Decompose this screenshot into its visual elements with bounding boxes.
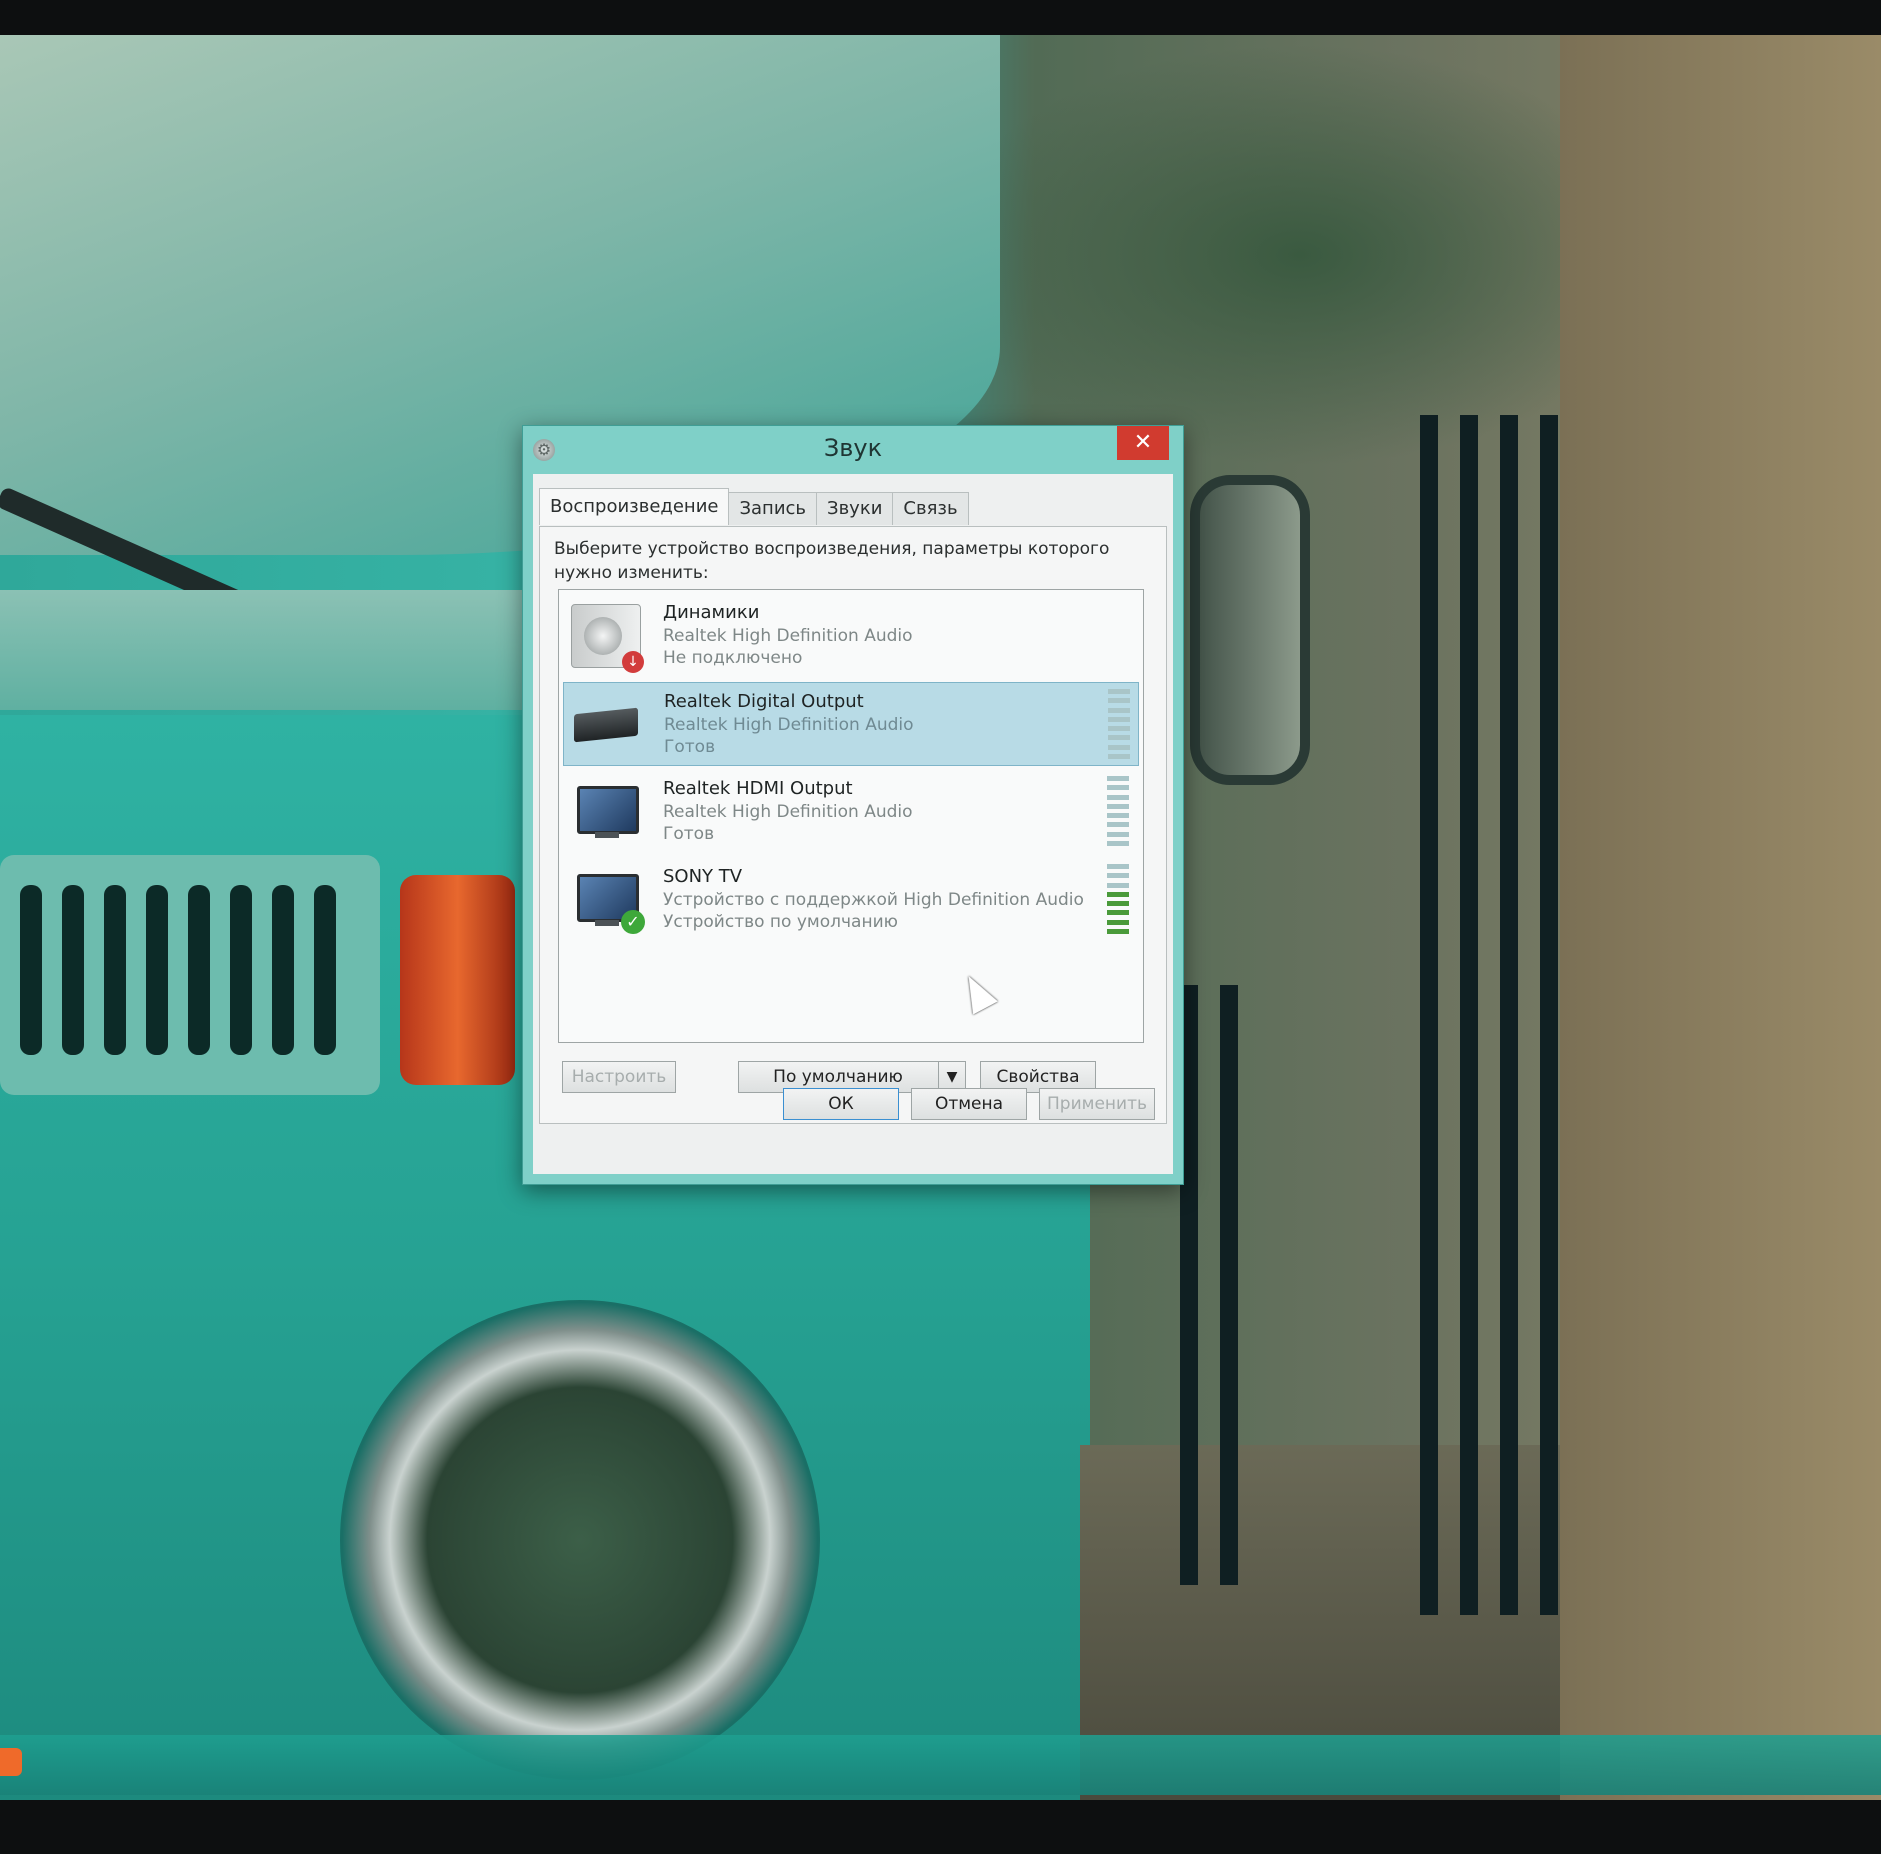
device-name: SONY TV (663, 866, 743, 887)
wallpaper-mirror (1190, 475, 1310, 785)
speaker-icon: ↓ (571, 604, 644, 673)
disconnected-badge-icon: ↓ (622, 651, 644, 673)
close-button[interactable]: ✕ (1117, 426, 1169, 460)
playback-panel: Выберите устройство воспроизведения, пар… (539, 526, 1167, 1124)
device-driver: Устройство с поддержкой High Definition … (663, 890, 1084, 910)
default-device-check-icon: ✓ (621, 910, 645, 934)
level-meter (1107, 864, 1129, 934)
dialog-title: Звук (823, 434, 883, 462)
device-name: Realtek Digital Output (664, 691, 864, 712)
tab-sounds[interactable]: Звуки (816, 492, 894, 525)
level-meter (1108, 689, 1130, 759)
grille-slot (20, 885, 42, 1055)
monitor-icon (571, 780, 639, 842)
device-item-realtek-hdmi-output[interactable]: Realtek HDMI Output Realtek High Definit… (563, 770, 1137, 852)
device-name: Realtek HDMI Output (663, 778, 853, 799)
tab-communications[interactable]: Связь (892, 492, 969, 525)
apply-button[interactable]: Применить (1039, 1088, 1155, 1120)
instruction-text: Выберите устройство воспроизведения, пар… (554, 539, 1110, 583)
taskbar-media-player-icon[interactable] (0, 1748, 22, 1776)
wallpaper-building (1560, 35, 1881, 1800)
configure-button[interactable]: Настроить (562, 1061, 676, 1093)
device-driver: Realtek High Definition Audio (664, 715, 914, 735)
tab-strip: Воспроизведение Запись Звуки Связь (539, 488, 969, 526)
sound-dialog: ⚙ Звук ✕ Воспроизведение Запись Звуки Св… (522, 425, 1184, 1185)
device-driver: Realtek High Definition Audio (663, 626, 913, 646)
digital-receiver-icon (572, 693, 640, 755)
device-item-realtek-digital-output[interactable]: Realtek Digital Output Realtek High Defi… (563, 682, 1139, 766)
device-status: Готов (663, 824, 715, 844)
device-driver: Realtek High Definition Audio (663, 802, 913, 822)
title-bar[interactable]: ⚙ Звук ✕ (523, 426, 1183, 474)
tab-playback[interactable]: Воспроизведение (539, 488, 730, 525)
grille-slot (146, 885, 168, 1055)
wallpaper-gate-bar (1500, 415, 1518, 1615)
mouse-cursor-icon (956, 969, 998, 1015)
grille-slot (272, 885, 294, 1055)
wallpaper-taillight (400, 875, 515, 1085)
cancel-button[interactable]: Отмена (911, 1088, 1027, 1120)
grille-slot (104, 885, 126, 1055)
dialog-client-area: Воспроизведение Запись Звуки Связь Выбер… (533, 474, 1173, 1174)
wallpaper-gate-bar (1420, 415, 1438, 1615)
grille-slot (62, 885, 84, 1055)
monitor-icon: ✓ (571, 868, 645, 934)
device-status: Устройство по умолчанию (663, 912, 898, 932)
ok-button[interactable]: ОК (783, 1088, 899, 1120)
grille-slot (188, 885, 210, 1055)
wallpaper-gate-bar (1460, 415, 1478, 1615)
taskbar (0, 1735, 1881, 1795)
device-name: Динамики (663, 602, 760, 623)
device-item-speakers[interactable]: ↓ Динамики Realtek High Definition Audio… (563, 594, 1137, 676)
device-list[interactable]: ↓ Динамики Realtek High Definition Audio… (558, 589, 1144, 1043)
grille-slot (314, 885, 336, 1055)
grille-slot (230, 885, 252, 1055)
level-meter (1107, 776, 1129, 846)
wallpaper-gate-bar (1540, 415, 1558, 1615)
device-item-sony-tv[interactable]: ✓ SONY TV Устройство с поддержкой High D… (563, 858, 1137, 940)
device-status: Готов (664, 737, 716, 757)
wallpaper-headlight (340, 1300, 820, 1780)
tab-recording[interactable]: Запись (728, 492, 818, 525)
device-status: Не подключено (663, 648, 803, 668)
wallpaper-gate-bar (1220, 985, 1238, 1585)
